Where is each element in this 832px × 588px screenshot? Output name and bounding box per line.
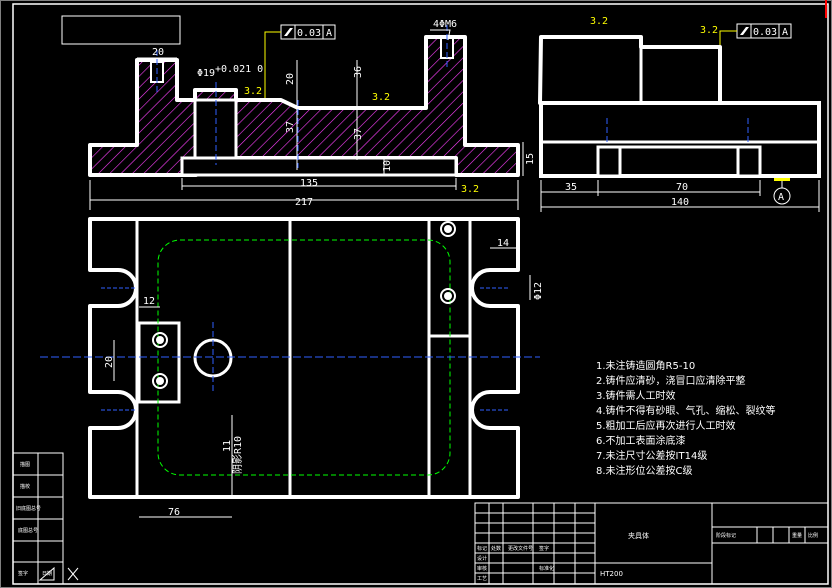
strip-label-5: 签字 bbox=[18, 570, 28, 577]
dim-v36: 36 bbox=[353, 66, 364, 78]
tb-design-2: 审核 bbox=[477, 565, 487, 572]
tb-right-1: 阶段标记 bbox=[716, 532, 736, 539]
plan-dim-76: 76 bbox=[168, 507, 180, 518]
tb-header-1: 标记 bbox=[477, 545, 487, 552]
dim-140: 140 bbox=[671, 197, 689, 208]
side-view: 0.03 A 3.2 3.2 15 35 70 140 A bbox=[522, 16, 821, 212]
side-body-outline bbox=[538, 35, 722, 105]
plan-dim-14: 14 bbox=[497, 238, 509, 249]
note-3: 3.铸件需人工时效 bbox=[596, 389, 676, 402]
plan-dim-11: 11 bbox=[222, 440, 233, 452]
roughness-bottom: 3.2 bbox=[461, 184, 479, 195]
dim-20-top: 20 bbox=[152, 47, 164, 58]
dim-v20: 20 bbox=[285, 73, 296, 85]
technical-notes: 1.未注铸造圆角R5-10 2.铸件应清砂，浇冒口应清除平整 3.铸件需人工时效… bbox=[596, 359, 776, 477]
tb-header-2: 处数 bbox=[491, 545, 501, 552]
thread-callout: 4ΦM6 bbox=[433, 19, 457, 30]
note-7: 7.未注尺寸公差按IT14级 bbox=[596, 449, 707, 462]
strip-label-1: 描图 bbox=[20, 461, 30, 468]
flatness-value-1: 0.03 bbox=[297, 28, 321, 39]
tb-design-1: 设计 bbox=[477, 555, 487, 562]
title-box-topleft bbox=[61, 15, 181, 45]
flatness-callout-1: 0.03 A bbox=[264, 24, 336, 98]
dim-217: 217 bbox=[295, 197, 313, 208]
strip-label-4: 底图总号 bbox=[18, 527, 38, 534]
strip-label-3: 旧底图总号 bbox=[16, 505, 41, 512]
bore-tolerance: +0.021 0 bbox=[215, 64, 263, 75]
title-block-text: 标记 处数 更改文件号 签字 设计 审核 工艺 标准化 夹具体 HT200 阶段… bbox=[477, 531, 818, 582]
dim-70: 70 bbox=[676, 182, 688, 193]
note-4: 4.铸件不得有砂眼、气孔、缩松、裂纹等 bbox=[596, 404, 776, 417]
plan-dim-20: 20 bbox=[104, 356, 115, 368]
note-5: 5.粗加工后应再次进行人工时效 bbox=[596, 419, 736, 432]
datum-symbol-a: A bbox=[778, 192, 784, 203]
plan-view: 14 Φ12 12 20 11 阴影R10 76 bbox=[40, 217, 544, 518]
flatness-callout-2: 0.03 A bbox=[719, 23, 792, 45]
dim-v10: 10 bbox=[382, 160, 393, 172]
datum-ref-1: A bbox=[326, 28, 332, 39]
revision-strip bbox=[12, 452, 64, 585]
note-8: 8.未注形位公差按C级 bbox=[596, 464, 693, 477]
plan-dim-phi12: Φ12 bbox=[533, 282, 544, 300]
note-1: 1.未注铸造圆角R5-10 bbox=[596, 359, 695, 372]
material: HT200 bbox=[600, 570, 623, 578]
roughness-2: 3.2 bbox=[372, 92, 390, 103]
front-pocket bbox=[180, 156, 458, 177]
tb-right-3: 比例 bbox=[808, 532, 818, 539]
dim-v37b: 37 bbox=[353, 128, 364, 140]
dim-v37a: 37 bbox=[285, 121, 296, 133]
note-2: 2.铸件应清砂，浇冒口应清除平整 bbox=[596, 374, 746, 387]
dim-35: 35 bbox=[565, 182, 577, 193]
bore-dim: Φ19 bbox=[197, 68, 215, 79]
datum-ref-2: A bbox=[782, 27, 788, 38]
plan-outline bbox=[88, 217, 520, 499]
cad-drawing: 0.03 A 20 4ΦM6 Φ19 +0.021 0 3.2 3.2 3.2 … bbox=[0, 0, 832, 588]
front-section-view: 0.03 A 20 4ΦM6 Φ19 +0.021 0 3.2 3.2 3.2 … bbox=[88, 19, 520, 210]
tb-right-2: 重量 bbox=[792, 532, 802, 539]
title-block bbox=[474, 502, 829, 585]
flatness-value-2: 0.03 bbox=[753, 27, 777, 38]
side-roughness: 3.2 bbox=[590, 16, 608, 27]
strip-label-2: 描校 bbox=[20, 483, 30, 490]
tb-design-4: 标准化 bbox=[539, 565, 554, 572]
part-name: 夹具体 bbox=[628, 531, 649, 540]
tb-header-3: 更改文件号 bbox=[508, 545, 533, 552]
side-roughness-2: 3.2 bbox=[700, 25, 718, 36]
plan-dim-12: 12 bbox=[143, 296, 155, 307]
dim-15: 15 bbox=[525, 153, 536, 165]
roughness-1: 3.2 bbox=[244, 86, 262, 97]
note-6: 6.不加工表面涂底漆 bbox=[596, 434, 686, 447]
tb-design-3: 工艺 bbox=[477, 576, 487, 582]
plan-dim-r10: 阴影R10 bbox=[232, 436, 244, 474]
dim-135: 135 bbox=[300, 178, 318, 189]
tb-header-4: 签字 bbox=[539, 545, 549, 552]
